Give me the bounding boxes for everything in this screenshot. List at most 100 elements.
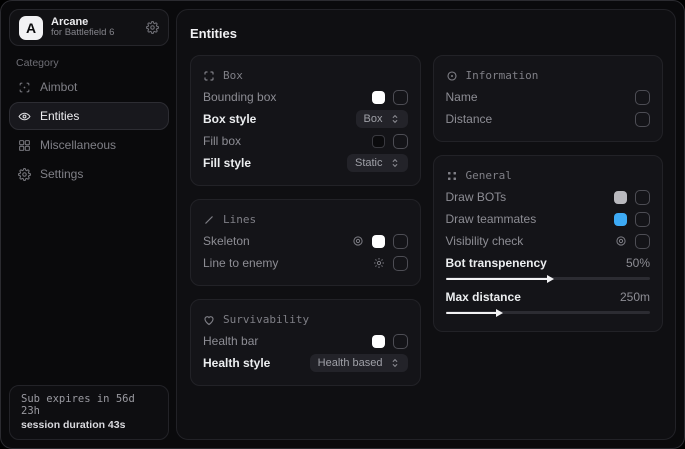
sidebar-nav: Aimbot Entities [9, 73, 169, 189]
visibility-config-gear-icon[interactable] [615, 235, 627, 247]
selected-value: Health based [318, 357, 383, 369]
sidebar-item-label: Entities [40, 109, 79, 123]
row-label: Bot transpenency [446, 256, 618, 270]
card-title: Lines [223, 213, 256, 226]
health-bar-row: Health bar [203, 330, 408, 352]
slider-fill [446, 312, 497, 314]
crosshair-icon [18, 81, 31, 94]
health-style-select[interactable]: Health based [310, 354, 408, 372]
slider-thumb-arrow[interactable] [547, 275, 554, 283]
eye-icon [18, 110, 31, 123]
row-label: Bounding box [203, 90, 364, 104]
sidebar: A Arcane for Battlefield 6 Category [1, 1, 176, 448]
bounding-box-row: Bounding box [203, 86, 408, 108]
max-distance-control: Max distance 250m [446, 286, 651, 320]
skeleton-config-gear-icon[interactable] [352, 235, 364, 247]
name-checkbox[interactable] [635, 90, 650, 105]
page-title: Entities [190, 26, 663, 41]
color-swatch[interactable] [372, 91, 385, 104]
sidebar-item-miscellaneous[interactable]: Miscellaneous [9, 131, 169, 159]
main-panel: Entities Box Bounding box [176, 9, 676, 440]
sidebar-item-aimbot[interactable]: Aimbot [9, 73, 169, 101]
card-title: Information [466, 69, 539, 82]
row-label: Health style [203, 356, 302, 370]
slider-thumb-arrow[interactable] [496, 309, 503, 317]
fill-style-select[interactable]: Static [347, 154, 408, 172]
lines-card-header: Lines [203, 209, 408, 230]
card-title: Box [223, 69, 243, 82]
dots-grid-icon [446, 170, 458, 182]
color-swatch[interactable] [372, 235, 385, 248]
line-config-gear-icon[interactable] [373, 257, 385, 269]
bot-transparency-slider[interactable] [446, 277, 651, 280]
selected-value: Static [355, 157, 383, 169]
general-card-header: General [446, 165, 651, 186]
card-title: Survivability [223, 313, 309, 326]
lines-card: Lines Skeleton Line to enemy [190, 199, 421, 286]
row-label: Health bar [203, 334, 364, 348]
slider-fill [446, 278, 548, 280]
draw-teammates-row: Draw teammates [446, 208, 651, 230]
visibility-check-checkbox[interactable] [635, 234, 650, 249]
draw-bots-row: Draw BOTs [446, 186, 651, 208]
sidebar-item-entities[interactable]: Entities [9, 102, 169, 130]
brand-settings-icon[interactable] [146, 21, 159, 34]
box-style-select[interactable]: Box [356, 110, 408, 128]
row-label: Draw BOTs [446, 190, 607, 204]
bot-transparency-value: 50% [626, 256, 650, 270]
brand-subtitle: for Battlefield 6 [51, 28, 138, 39]
row-label: Fill style [203, 156, 339, 170]
row-label: Draw teammates [446, 212, 607, 226]
row-label: Max distance [446, 290, 612, 304]
draw-bots-checkbox[interactable] [635, 190, 650, 205]
draw-teammates-checkbox[interactable] [635, 212, 650, 227]
survivability-card: Survivability Health bar Health style He… [190, 299, 421, 386]
sidebar-item-label: Miscellaneous [40, 138, 116, 152]
scan-brackets-icon [203, 70, 215, 82]
gear-icon [18, 168, 31, 181]
bounding-box-checkbox[interactable] [393, 90, 408, 105]
box-card-header: Box [203, 65, 408, 86]
selected-value: Box [364, 113, 383, 125]
general-card: General Draw BOTs Draw teammates Visibil… [433, 155, 664, 332]
line-to-enemy-checkbox[interactable] [393, 256, 408, 271]
row-label: Visibility check [446, 234, 608, 248]
chevrons-up-down-icon [390, 114, 400, 124]
chevrons-up-down-icon [390, 158, 400, 168]
row-label: Skeleton [203, 234, 344, 248]
bot-transparency-row: Bot transpenency 50% [446, 254, 651, 272]
row-label: Line to enemy [203, 256, 365, 270]
health-bar-checkbox[interactable] [393, 334, 408, 349]
chevrons-up-down-icon [390, 358, 400, 368]
row-label: Box style [203, 112, 348, 126]
information-card: Information Name Distance [433, 55, 664, 142]
distance-row: Distance [446, 108, 651, 130]
box-card: Box Bounding box Box style Box [190, 55, 421, 186]
brand-card: A Arcane for Battlefield 6 [9, 9, 169, 46]
fill-box-row: Fill box [203, 130, 408, 152]
color-swatch[interactable] [614, 191, 627, 204]
row-label: Fill box [203, 134, 364, 148]
name-row: Name [446, 86, 651, 108]
sub-expiry-text: Sub expires in 56d 23h [21, 393, 157, 417]
color-swatch[interactable] [372, 135, 385, 148]
box-style-row: Box style Box [203, 108, 408, 130]
distance-checkbox[interactable] [635, 112, 650, 127]
color-swatch[interactable] [614, 213, 627, 226]
visibility-check-row: Visibility check [446, 230, 651, 252]
heart-icon [203, 314, 215, 326]
max-distance-row: Max distance 250m [446, 288, 651, 306]
row-label: Distance [446, 112, 628, 126]
sidebar-item-settings[interactable]: Settings [9, 160, 169, 188]
diagonal-line-icon [203, 214, 215, 226]
skeleton-checkbox[interactable] [393, 234, 408, 249]
row-label: Name [446, 90, 628, 104]
fill-box-checkbox[interactable] [393, 134, 408, 149]
grid-icon [18, 139, 31, 152]
fill-style-row: Fill style Static [203, 152, 408, 174]
max-distance-slider[interactable] [446, 311, 651, 314]
information-card-header: Information [446, 65, 651, 86]
brand-logo: A [19, 16, 43, 40]
color-swatch[interactable] [372, 335, 385, 348]
brand-text: Arcane for Battlefield 6 [51, 16, 138, 40]
